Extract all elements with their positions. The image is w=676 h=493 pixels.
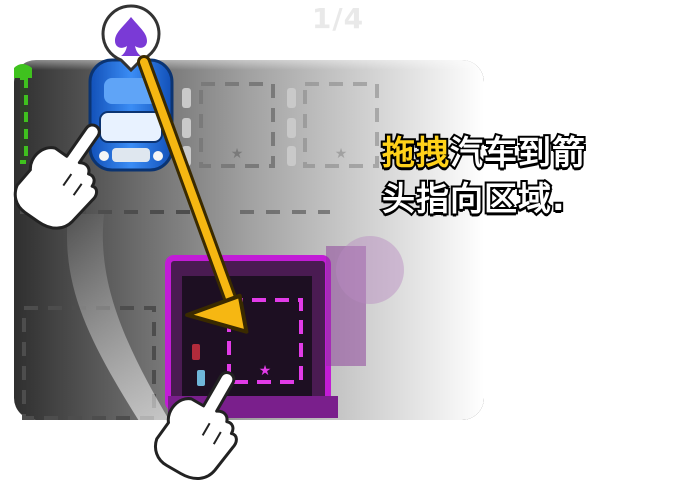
level-progress: 1/4 [311,2,365,35]
game-board: ★ ★ ★ [13,4,484,480]
star-icon: ★ [231,146,244,162]
instruction-text: 拖拽汽车到箭 头指向区域. [380,130,672,222]
instruction-line-1: 拖拽汽车到箭 [380,130,672,176]
instruction-line-2: 头指向区域. [380,177,567,220]
star-icon: ★ [259,363,272,379]
instruction-line-1-rest: 汽车到箭 [448,131,587,174]
bottle-icon [197,370,205,386]
star-icon: ★ [335,146,348,162]
instruction-highlight: 拖拽 [380,131,451,174]
bottle-icon [192,344,200,360]
